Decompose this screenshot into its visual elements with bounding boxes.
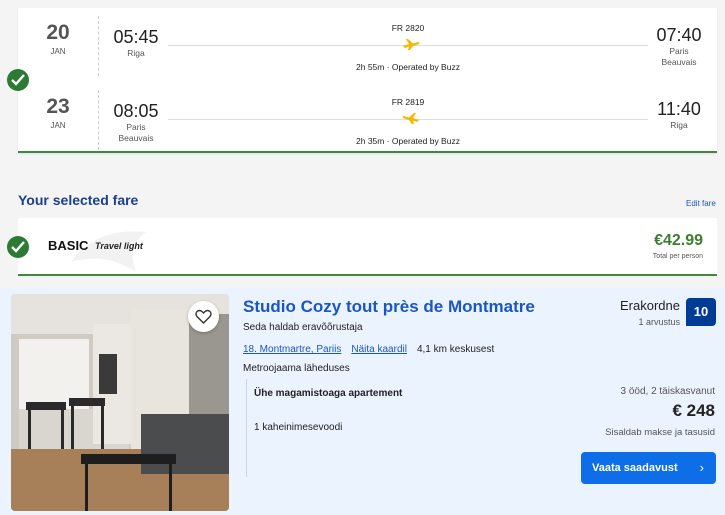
room-divider — [246, 379, 247, 477]
plane-icon — [402, 37, 420, 51]
see-availability-label: Vaata saadavust — [592, 462, 678, 474]
review-score-badge: 10 — [686, 298, 716, 326]
show-on-map-link[interactable]: Näita kaardil — [351, 344, 407, 355]
fare-heading: Your selected fare — [18, 192, 139, 208]
arrival-city: Paris — [669, 46, 689, 56]
hotel-location: 18. Montmartre, Pariis Näita kaardil 4,1 k… — [243, 344, 494, 355]
date-divider — [98, 90, 99, 150]
return-flight-row: 23 JAN 08:05 Paris Beauvais FR 2819 2h 3… — [18, 88, 717, 152]
date-divider — [98, 16, 99, 76]
district-link[interactable]: 18. Montmartre, Pariis — [243, 344, 341, 355]
fare-price: €42.99 — [654, 232, 703, 249]
fare-name: BASIC — [48, 238, 89, 253]
hotel-card[interactable]: Studio Cozy tout près de Montmatre Seda … — [0, 288, 725, 515]
flight-date: 20 JAN — [30, 20, 86, 56]
outbound-flight-row: 20 JAN 05:45 Riga FR 2820 2h 55m · Opera… — [18, 14, 717, 78]
fare-subtitle: Travel light — [95, 241, 143, 251]
arrival: 11:40 Riga — [645, 98, 713, 131]
flights-card: 20 JAN 05:45 Riga FR 2820 2h 55m · Opera… — [18, 8, 717, 153]
departure-city: Riga — [127, 48, 145, 58]
room-type: Ühe magamistoaga apartement — [254, 388, 403, 399]
departure-airport: Beauvais — [118, 133, 154, 143]
flights-check-icon — [7, 69, 29, 91]
flight-month: JAN — [50, 47, 66, 56]
chevron-right-icon: › — [699, 460, 704, 475]
flight-duration: 2h 35m · Operated by Buzz — [356, 136, 460, 146]
flight-date: 23 JAN — [30, 94, 86, 130]
fare-check-icon — [7, 236, 29, 258]
metro-note: Metroojaama läheduses — [243, 363, 350, 374]
flight-route: FR 2820 2h 55m · Operated by Buzz — [168, 14, 648, 78]
arrival-city: Riga — [670, 120, 688, 130]
see-availability-button[interactable]: Vaata saadavust › — [581, 452, 716, 484]
hotel-price: € 248 — [672, 401, 715, 420]
heart-icon — [195, 309, 212, 324]
arrival: 07:40 Paris Beauvais — [645, 24, 713, 68]
flight-duration: 2h 55m · Operated by Buzz — [356, 62, 460, 72]
departure: 08:05 Paris Beauvais — [108, 100, 164, 144]
distance-from-center: 4,1 km keskusest — [416, 344, 495, 355]
flight-month: JAN — [50, 121, 66, 130]
flight-route: FR 2819 2h 35m · Operated by Buzz — [168, 88, 648, 152]
departure-city: Paris — [126, 122, 146, 132]
bed-info: 1 kaheinimesevoodi — [254, 422, 343, 433]
hotel-managed-by: Seda haldab eravõõrustaja — [243, 322, 363, 333]
flight-number: FR 2820 — [391, 23, 425, 33]
review-count[interactable]: 1 arvustus — [638, 317, 680, 327]
taxes-note: Sisaldab makse ja tasusid — [605, 427, 715, 438]
departure-time: 05:45 — [113, 27, 159, 47]
rating-word: Erakordne — [620, 298, 680, 313]
arrival-airport: Beauvais — [661, 57, 697, 67]
favorite-button[interactable] — [188, 301, 219, 332]
fare-card: BASIC Travel light €42.99 Total per pers… — [18, 218, 717, 276]
arrival-time: 11:40 — [657, 99, 701, 119]
plane-icon — [402, 111, 420, 125]
hotel-title-link[interactable]: Studio Cozy tout près de Montmatre — [243, 297, 535, 317]
fare-price-note: Total per person — [652, 253, 703, 260]
edit-fare-link[interactable]: Edit fare — [686, 199, 716, 208]
departure-time: 08:05 — [113, 101, 159, 121]
departure: 05:45 Riga — [108, 26, 164, 59]
arrival-time: 07:40 — [656, 25, 702, 45]
flight-number: FR 2819 — [391, 97, 425, 107]
flight-day: 20 — [46, 21, 70, 44]
stay-summary: 3 ööd, 2 täiskasvanut — [620, 386, 715, 397]
flight-day: 23 — [46, 95, 70, 118]
